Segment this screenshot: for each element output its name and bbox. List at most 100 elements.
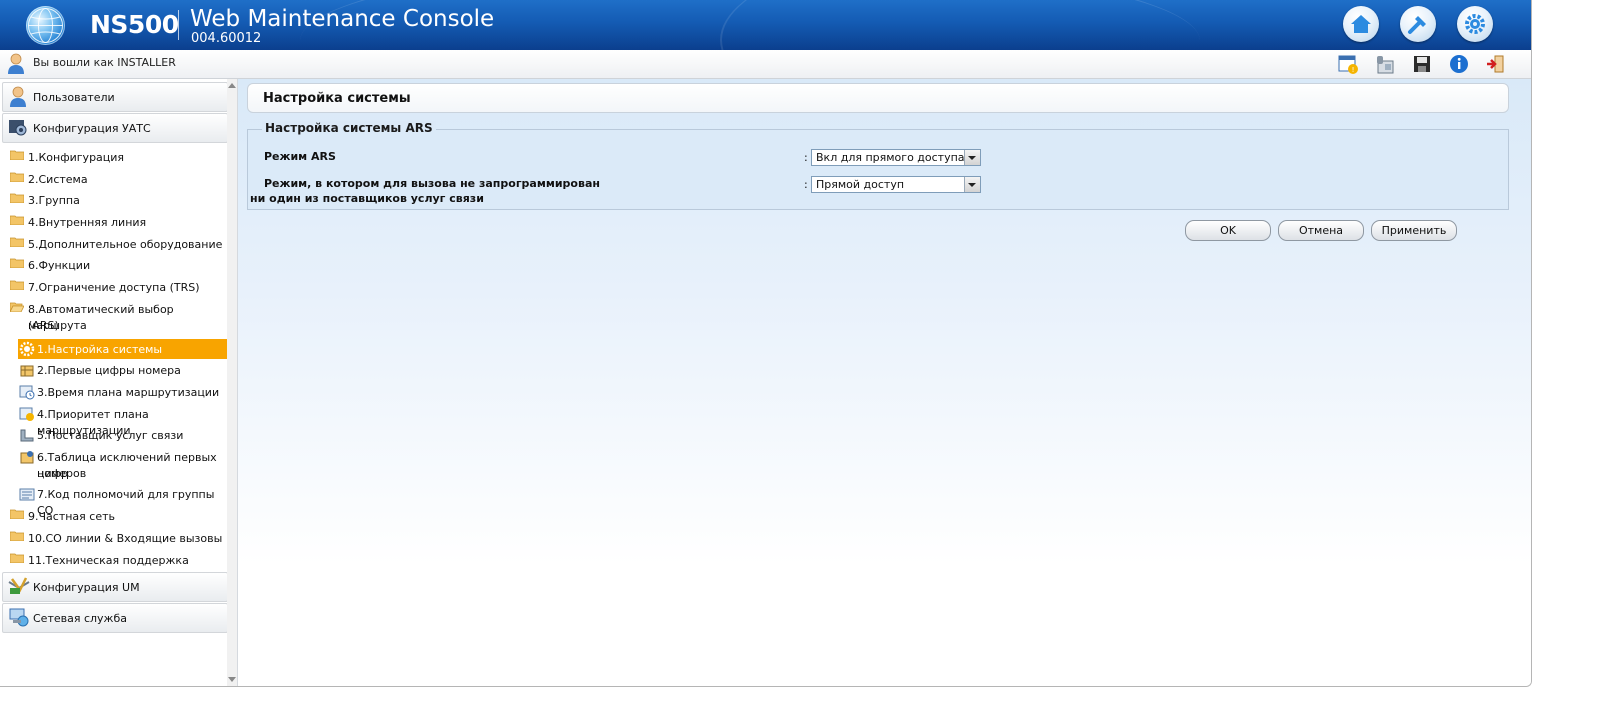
save-icon[interactable] [1411, 53, 1433, 75]
subitem-leading-digits[interactable]: 2.Первые цифры номера [18, 360, 230, 380]
section-um-config[interactable]: Конфигурация UM [2, 572, 228, 602]
calendar-alert-icon[interactable]: ! [1337, 53, 1359, 75]
version-number: 004.60012 [191, 31, 262, 46]
field-label-no-carrier-mode-line2: ни один из поставщиков услуг связи [250, 192, 484, 205]
tree-item-label: 2.Система [28, 173, 88, 186]
subitem-routing-time[interactable]: 3.Время плана маршрутизации [18, 382, 230, 402]
section-users[interactable]: Пользователи [2, 82, 228, 112]
subitem-system-settings[interactable]: 1.Настройка системы [18, 339, 230, 359]
subitem-authorization-code[interactable]: 7.Код полномочий для группы CO [18, 484, 230, 517]
settings-button[interactable] [1457, 6, 1493, 42]
ars-mode-select[interactable]: Вкл для прямого доступа [811, 149, 981, 166]
tree-item-label: 5.Дополнительное оборудование [28, 238, 223, 251]
info-icon[interactable] [1448, 53, 1470, 75]
folder-icon [10, 237, 24, 247]
folder-open-icon [10, 302, 24, 312]
tree-item-label-line2: (ARS) [28, 319, 59, 332]
tools-button[interactable] [1400, 6, 1436, 42]
section-label: Пользователи [33, 91, 115, 104]
settings-gear-icon [19, 341, 35, 357]
ars-settings-group: Настройка системы ARS Режим ARS : Вкл дл… [247, 121, 1509, 210]
authorization-code-icon [19, 488, 35, 501]
user-icon [10, 86, 26, 107]
clock-calendar-icon [19, 385, 35, 400]
section-network-service[interactable]: Сетевая служба [2, 603, 228, 633]
subitem-label: 3.Время плана маршрутизации [37, 386, 220, 399]
tree-item-ars[interactable]: 8.Автоматический выбор маршрута (ARS) [8, 299, 226, 333]
subitem-carrier[interactable]: 5.Поставщик услуг связи [18, 425, 230, 445]
subitem-exception-table[interactable]: 6.Таблица исключений первых цифр номеров [18, 447, 230, 481]
app-window: NS500 Web Maintenance Console 004.60012 [0, 0, 1532, 687]
tree-item-label: 10.CO линии & Входящие вызовы [28, 532, 223, 545]
folder-icon [10, 531, 24, 541]
tree-item-label: 4.Внутренняя линия [28, 216, 147, 229]
folder-icon [10, 553, 24, 563]
home-icon [1351, 15, 1371, 33]
logout-icon[interactable] [1485, 53, 1507, 75]
home-button[interactable] [1343, 6, 1379, 42]
group-title: Настройка системы ARS [262, 121, 436, 135]
login-status-text: Вы вошли как INSTALLER [33, 56, 176, 69]
section-label: Сетевая служба [33, 612, 127, 625]
scroll-down-arrow-icon[interactable] [228, 677, 236, 682]
folder-icon [10, 172, 24, 182]
folder-icon [10, 280, 24, 290]
subitem-routing-priority[interactable]: 4.Приоритет плана маршрутизации [18, 404, 230, 437]
sidebar: Пользователи Конфигурация УАТС 1.Конфигу… [0, 79, 238, 686]
folder-icon [10, 193, 24, 203]
no-carrier-mode-select[interactable]: Прямой доступ [811, 176, 981, 193]
login-bar: Вы вошли как INSTALLER ! [0, 50, 1531, 79]
tree-item-group[interactable]: 3.Группа [8, 190, 226, 210]
tree-item-configuration[interactable]: 1.Конфигурация [8, 147, 226, 167]
app-header: NS500 Web Maintenance Console 004.60012 [0, 0, 1531, 50]
tree-item-extension[interactable]: 4.Внутренняя линия [8, 212, 226, 232]
page-title: Настройка системы [263, 91, 411, 106]
digits-table-icon [20, 365, 34, 377]
gear-icon [1465, 14, 1485, 34]
section-label: Конфигурация UM [33, 581, 140, 594]
folder-icon [10, 258, 24, 268]
ok-button[interactable]: OK [1185, 220, 1271, 241]
tree-item-co-lines[interactable]: 10.CO линии & Входящие вызовы [8, 528, 226, 548]
brand-name: NS500 [90, 10, 179, 39]
pbx-config-icon [9, 120, 27, 136]
priority-table-icon [19, 407, 34, 421]
tree-item-label: 3.Группа [28, 194, 80, 207]
tree-item-optional-equipment[interactable]: 5.Дополнительное оборудование [8, 234, 226, 254]
scroll-up-arrow-icon[interactable] [228, 83, 236, 88]
tree-item-system[interactable]: 2.Система [8, 169, 226, 189]
section-label: Конфигурация УАТС [33, 122, 151, 135]
tree-item-label: 11.Техническая поддержка [28, 554, 189, 567]
field-label-no-carrier-mode: Режим, в котором для вызова не запрограм… [264, 177, 600, 190]
tree-item-label: 9.Частная сеть [28, 510, 115, 523]
tree-item-label: 6.Функции [28, 259, 91, 272]
chevron-down-icon[interactable] [964, 150, 980, 165]
ars-mode-value: Вкл для прямого доступа [816, 151, 965, 164]
folder-icon [10, 215, 24, 225]
no-carrier-mode-value: Прямой доступ [816, 178, 905, 191]
tree-item-maintenance[interactable]: 11.Техническая поддержка [8, 550, 226, 570]
colon: : [804, 178, 808, 191]
svg-text:!: ! [1352, 66, 1355, 74]
folder-icon [10, 150, 24, 160]
field-label-ars-mode: Режим ARS [264, 150, 336, 163]
apply-button[interactable]: Применить [1371, 220, 1457, 241]
um-config-icon [8, 577, 30, 594]
page-title-bar: Настройка системы [247, 83, 1509, 113]
section-pbx-config[interactable]: Конфигурация УАТС [2, 113, 228, 143]
chevron-down-icon[interactable] [964, 177, 980, 192]
wrench-icon [1408, 16, 1426, 34]
sidebar-scrollbar[interactable] [227, 79, 237, 686]
tree-item-private-network[interactable]: 9.Частная сеть [8, 506, 226, 526]
tree-item-features[interactable]: 6.Функции [8, 255, 226, 275]
tree-item-label: 7.Ограничение доступа (TRS) [28, 281, 200, 294]
subitem-label: 2.Первые цифры номера [37, 364, 181, 377]
tree-item-label: 1.Конфигурация [28, 151, 125, 164]
main-content: Настройка системы Настройка системы ARS … [238, 79, 1531, 686]
cancel-button[interactable]: Отмена [1278, 220, 1364, 241]
header-divider [178, 10, 179, 40]
phone-icon[interactable] [1374, 53, 1396, 75]
subitem-label: 5.Поставщик услуг связи [37, 429, 184, 442]
network-icon [9, 608, 29, 627]
tree-item-trs[interactable]: 7.Ограничение доступа (TRS) [8, 277, 226, 297]
